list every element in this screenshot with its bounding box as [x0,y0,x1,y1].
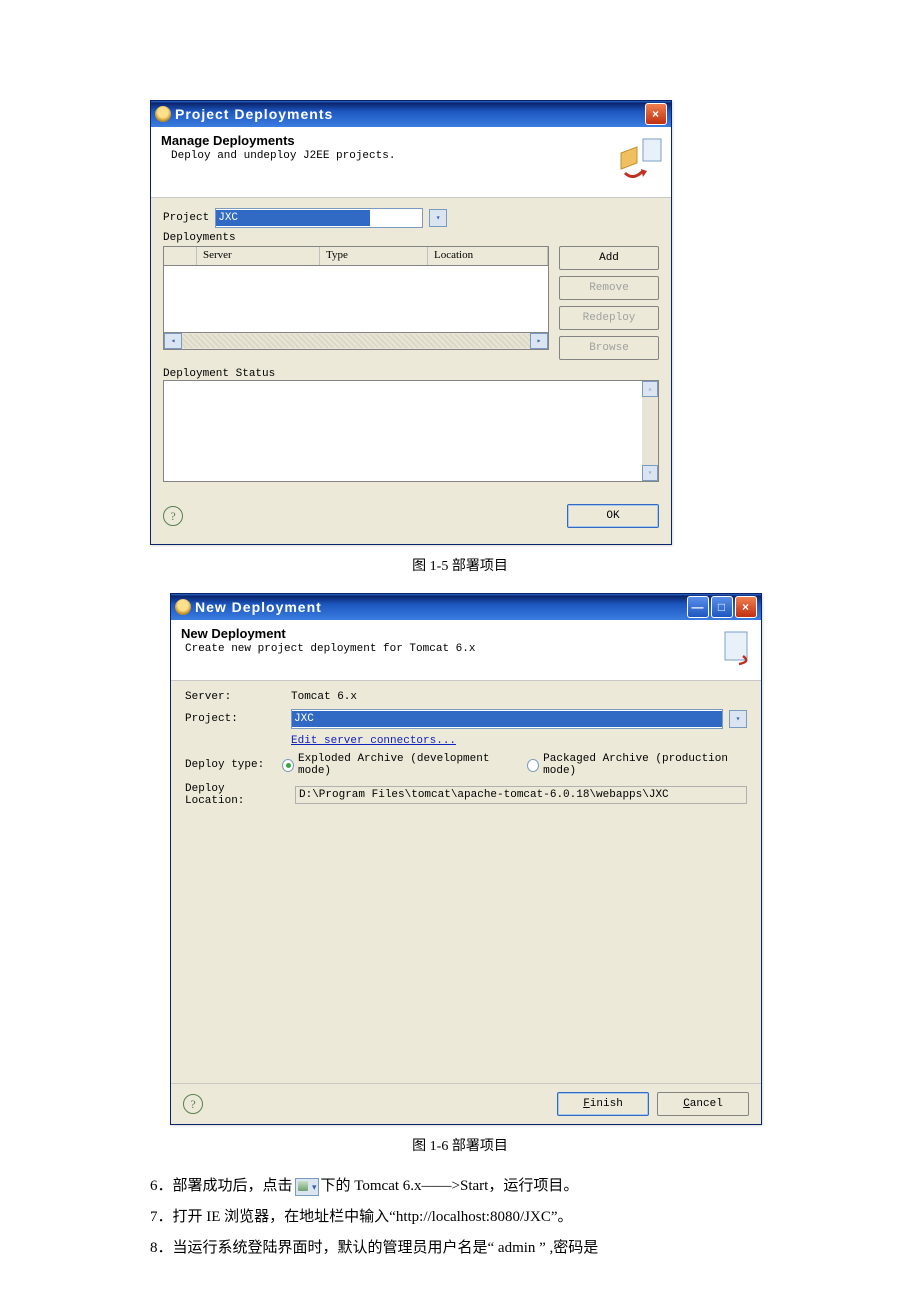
banner-icon [715,626,755,666]
doc-line-8: 8．当运行系统登陆界面时，默认的管理员用户名是“ admin ” ,密码是 [150,1235,770,1262]
titlebar[interactable]: New Deployment — □ × [171,594,761,620]
deploy-type-label: Deploy type: [185,759,276,771]
radio-packaged[interactable]: Packaged Archive (production mode) [527,753,747,777]
deployments-label: Deployments [163,232,659,244]
radio-packaged-label: Packaged Archive (production mode) [543,753,747,777]
col-server[interactable]: Server [197,247,320,265]
project-input[interactable] [292,711,722,727]
chevron-down-icon[interactable]: ▾ [729,710,747,728]
project-label: Project: [185,713,285,725]
scroll-right-icon[interactable]: ▸ [530,333,548,349]
edit-connectors-link[interactable]: Edit server connectors... [291,735,456,747]
doc-line-6: 6．部署成功后，点击下的 Tomcat 6.x——>Start，运行项目。 [150,1173,770,1200]
chevron-down-icon[interactable]: ▾ [429,209,447,227]
banner-title: New Deployment [181,626,751,641]
app-icon [175,599,191,615]
window-title: New Deployment [195,599,322,615]
banner-title: Manage Deployments [161,133,661,148]
finish-button[interactable]: Finish [557,1092,649,1116]
help-icon[interactable]: ? [183,1094,203,1114]
dialog-footer: ? Finish Cancel [171,1083,761,1124]
figure-caption-1-6: 图 1-6 部署项目 [150,1135,770,1155]
browse-button: Browse [559,336,659,360]
server-label: Server: [185,691,285,703]
banner: Manage Deployments Deploy and undeploy J… [151,127,671,198]
remove-button: Remove [559,276,659,300]
close-icon[interactable]: × [735,596,757,618]
scroll-left-icon[interactable]: ◂ [164,333,182,349]
close-icon[interactable]: × [645,103,667,125]
help-icon[interactable]: ? [163,506,183,526]
radio-exploded-label: Exploded Archive (development mode) [298,753,508,777]
redeploy-button: Redeploy [559,306,659,330]
col-location[interactable]: Location [428,247,548,265]
maximize-icon[interactable]: □ [711,596,733,618]
server-value: Tomcat 6.x [291,691,357,703]
ok-button[interactable]: OK [567,504,659,528]
status-textarea[interactable]: ▴ ▾ [163,380,659,482]
scroll-up-icon[interactable]: ▴ [642,381,658,397]
table-header: Server Type Location [163,246,549,266]
app-icon [155,106,171,122]
banner-subtitle: Deploy and undeploy J2EE projects. [171,150,661,162]
project-label: Project [163,212,209,224]
radio-exploded[interactable]: Exploded Archive (development mode) [282,753,508,777]
radio-icon[interactable] [527,759,539,772]
doc-line-7: 7．打开 IE 浏览器，在地址栏中输入“http://localhost:808… [150,1204,770,1231]
banner: New Deployment Create new project deploy… [171,620,761,681]
minimize-icon[interactable]: — [687,596,709,618]
project-combo[interactable] [215,208,423,228]
col-type[interactable]: Type [320,247,428,265]
banner-subtitle: Create new project deployment for Tomcat… [185,643,751,655]
add-button[interactable]: Add [559,246,659,270]
radio-icon[interactable] [282,759,294,772]
status-label: Deployment Status [163,368,659,380]
titlebar[interactable]: Project Deployments × [151,101,671,127]
figure-caption-1-5: 图 1-5 部署项目 [150,555,770,575]
deploy-location-label: Deploy Location: [185,783,289,807]
project-combo[interactable] [291,709,723,729]
project-input[interactable] [216,210,370,226]
new-deployment-dialog: New Deployment — □ × New Deployment Crea… [170,593,762,1125]
cancel-button[interactable]: Cancel [657,1092,749,1116]
project-deployments-dialog: Project Deployments × Manage Deployments… [150,100,672,545]
toolbar-dropdown-icon [295,1178,319,1196]
window-title: Project Deployments [175,106,333,122]
h-scrollbar[interactable]: ◂ ▸ [163,333,549,350]
deployments-table: Server Type Location ◂ ▸ [163,246,549,360]
banner-icon [615,133,665,183]
v-scrollbar[interactable]: ▴ ▾ [642,381,658,481]
deploy-location-field: D:\Program Files\tomcat\apache-tomcat-6.… [295,786,747,804]
table-body[interactable] [163,266,549,333]
scroll-down-icon[interactable]: ▾ [642,465,658,481]
